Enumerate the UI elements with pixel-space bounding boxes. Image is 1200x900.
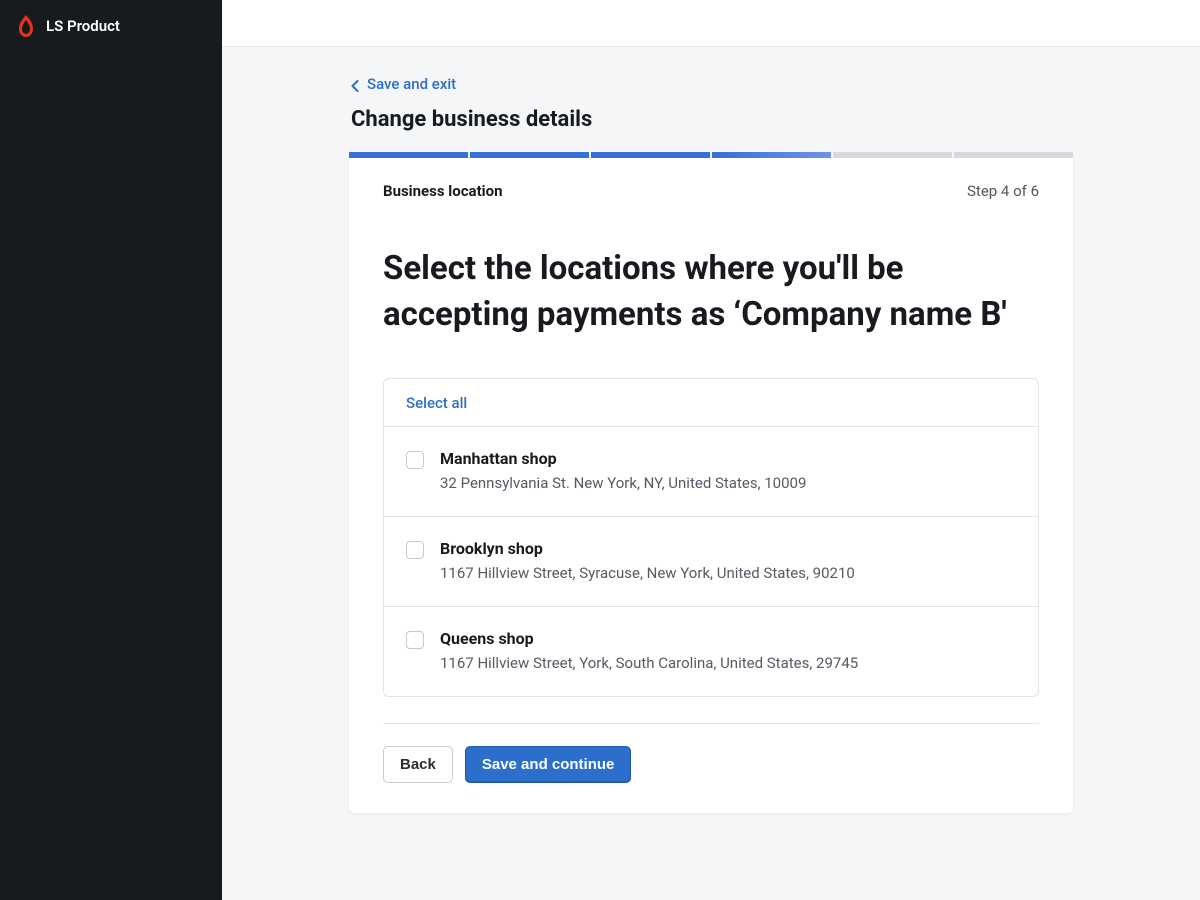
location-checkbox[interactable]	[406, 541, 424, 559]
progress-step	[833, 152, 952, 158]
main: Save and exit Change business details Bu…	[222, 0, 1200, 900]
actions-row: Back Save and continue	[383, 746, 1039, 783]
location-item[interactable]: Manhattan shop 32 Pennsylvania St. New Yo…	[384, 427, 1038, 517]
flame-icon	[16, 14, 36, 38]
page-header: Save and exit Change business details	[349, 75, 1073, 132]
sidebar: LS Product	[0, 0, 222, 900]
divider	[383, 723, 1039, 724]
location-texts: Manhattan shop 32 Pennsylvania St. New Yo…	[440, 449, 1016, 492]
progress-step	[712, 152, 831, 158]
wizard-headline: Select the locations where you'll be acc…	[383, 246, 1039, 338]
step-label: Business location	[383, 182, 503, 200]
step-count: Step 4 of 6	[967, 182, 1039, 200]
location-name: Manhattan shop	[440, 449, 1016, 468]
location-address: 1167 Hillview Street, Syracuse, New York…	[440, 564, 1016, 582]
topbar	[222, 0, 1200, 47]
back-button[interactable]: Back	[383, 746, 453, 783]
select-all-row: Select all	[384, 379, 1038, 427]
chevron-left-icon	[351, 78, 359, 90]
progress-step	[591, 152, 710, 158]
card-header: Business location Step 4 of 6	[383, 182, 1039, 200]
progress-step	[470, 152, 589, 158]
save-and-exit-link[interactable]: Save and exit	[351, 75, 456, 93]
location-address: 1167 Hillview Street, York, South Caroli…	[440, 654, 1016, 672]
save-and-exit-label: Save and exit	[367, 75, 456, 93]
content: Save and exit Change business details Bu…	[222, 47, 1200, 900]
location-name: Queens shop	[440, 629, 1016, 648]
location-item[interactable]: Queens shop 1167 Hillview Street, York, S…	[384, 607, 1038, 696]
location-checkbox[interactable]	[406, 631, 424, 649]
sidebar-header: LS Product	[0, 0, 222, 52]
location-texts: Brooklyn shop 1167 Hillview Street, Syrac…	[440, 539, 1016, 582]
location-checkbox[interactable]	[406, 451, 424, 469]
page-title: Change business details	[351, 107, 1073, 132]
progress-step	[349, 152, 468, 158]
select-all-link[interactable]: Select all	[406, 394, 467, 412]
progress-step	[954, 152, 1073, 158]
wizard-card: Business location Step 4 of 6 Select the…	[349, 158, 1073, 813]
location-name: Brooklyn shop	[440, 539, 1016, 558]
location-address: 32 Pennsylvania St. New York, NY, United…	[440, 474, 1016, 492]
card-wrapper: Business location Step 4 of 6 Select the…	[349, 152, 1073, 813]
location-list: Select all Manhattan shop 32 Pennsylvania…	[383, 378, 1039, 697]
location-item[interactable]: Brooklyn shop 1167 Hillview Street, Syrac…	[384, 517, 1038, 607]
save-and-continue-button[interactable]: Save and continue	[465, 746, 632, 783]
location-texts: Queens shop 1167 Hillview Street, York, S…	[440, 629, 1016, 672]
brand-name: LS Product	[46, 17, 120, 35]
